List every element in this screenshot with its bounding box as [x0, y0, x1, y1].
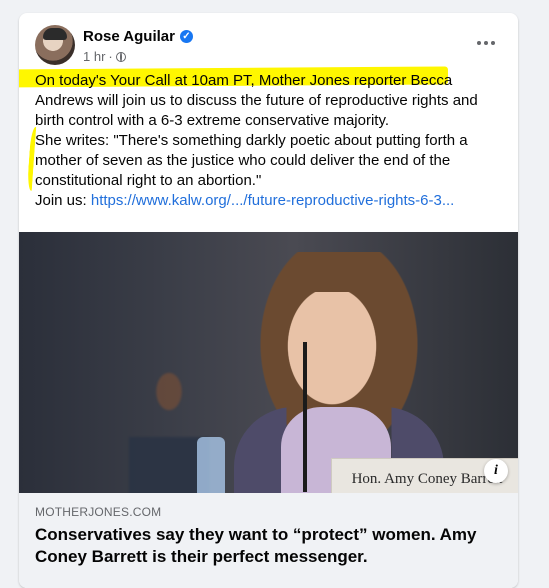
post-paragraph-1: On today's Your Call at 10am PT, Mother …	[19, 66, 510, 131]
link-preview-image[interactable]: Hon. Amy Coney Barrett	[19, 232, 518, 493]
kalw-link[interactable]: https://www.kalw.org/.../future-reproduc…	[91, 192, 454, 209]
post-timestamp[interactable]: 1 hr	[83, 49, 105, 64]
globe-icon[interactable]	[115, 51, 126, 62]
more-options-icon[interactable]	[470, 31, 502, 55]
water-bottle	[197, 437, 225, 493]
link-preview-footer[interactable]: i MOTHERJONES.COM Conservatives say they…	[19, 459, 518, 588]
link-domain: MOTHERJONES.COM	[35, 505, 162, 519]
post-card: Rose Aguilar ✓ 1 hr · On today's Your Ca…	[19, 13, 518, 588]
info-icon[interactable]: i	[484, 459, 508, 483]
post-meta: 1 hr ·	[83, 49, 126, 64]
author-name-line: Rose Aguilar ✓	[83, 26, 193, 46]
post-text: On today's Your Call at 10am PT, Mother …	[19, 66, 510, 211]
post-paragraph-3: Join us: https://www.kalw.org/.../future…	[35, 192, 455, 209]
author-avatar[interactable]	[35, 25, 75, 65]
meta-separator: ·	[108, 49, 113, 64]
avatar-hat	[43, 28, 67, 40]
author-name[interactable]: Rose Aguilar	[83, 28, 175, 45]
post-header: Rose Aguilar ✓ 1 hr ·	[35, 25, 502, 69]
verified-check-icon: ✓	[179, 29, 193, 43]
post-paragraph-2: She writes: "There's something darkly po…	[26, 126, 510, 192]
link-headline[interactable]: Conservatives say they want to “protect”…	[35, 524, 495, 568]
microphone	[303, 342, 307, 492]
